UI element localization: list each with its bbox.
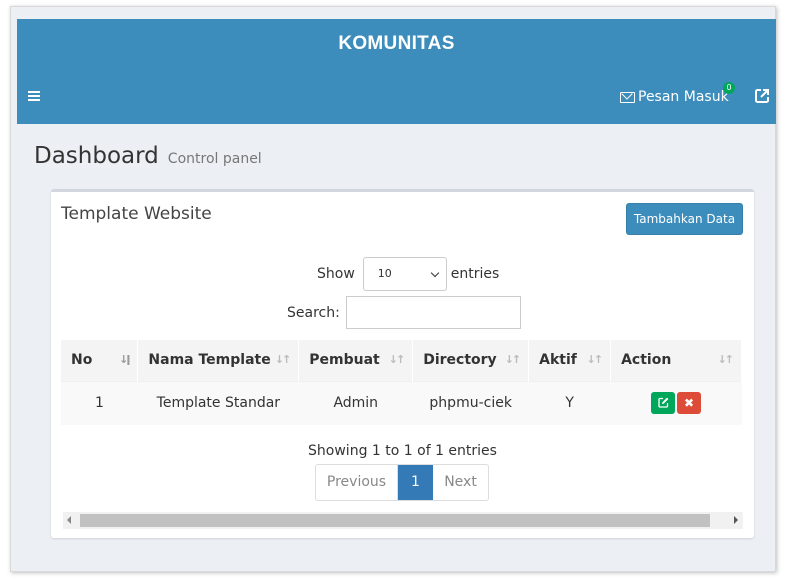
col-directory[interactable]: Directory ↓↑	[412, 340, 530, 381]
sort-icon: ↓↑	[388, 353, 406, 366]
page-heading: Dashboard	[34, 143, 159, 169]
cell-directory: phpmu-ciek	[412, 380, 529, 425]
pagination-page-1[interactable]: 1	[398, 465, 433, 500]
cell-aktif: Y	[528, 380, 611, 425]
search-input[interactable]	[345, 296, 521, 329]
cell-nama: Template Standar	[137, 380, 299, 425]
add-data-button[interactable]: Tambahkan Data	[626, 203, 743, 235]
logo-text[interactable]: KOMUNITAS	[338, 33, 454, 55]
scrollbar-thumb[interactable]	[80, 514, 710, 527]
pagination-next[interactable]: Next	[433, 465, 488, 500]
sort-icon: ↓↑	[586, 353, 604, 366]
sort-asc-icon: ↓ǀ	[119, 353, 130, 366]
cell-pembuat: Admin	[298, 380, 413, 425]
horizontal-scrollbar[interactable]	[63, 512, 743, 529]
page-title: Dashboard Control panel	[34, 143, 262, 169]
messages-link[interactable]: Pesan Masuk	[620, 87, 729, 107]
table-info: Showing 1 to 1 of 1 entries	[308, 443, 497, 459]
entries-select[interactable]: 10	[362, 257, 447, 291]
menu-toggle-icon[interactable]	[28, 91, 40, 101]
edit-icon[interactable]	[651, 392, 676, 415]
sort-icon: ↓↑	[717, 353, 735, 366]
logo-bar: KOMUNITAS	[17, 19, 776, 69]
col-pembuat[interactable]: Pembuat ↓↑	[298, 340, 414, 381]
sort-icon: ↓↑	[274, 353, 292, 366]
scroll-left-icon[interactable]	[67, 516, 71, 524]
col-aktif[interactable]: Aktif ↓↑	[528, 340, 612, 381]
template-box: Template Website Tambahkan Data Show 10 …	[51, 189, 754, 538]
cell-no: 1	[61, 380, 138, 425]
templates-table: No ↓ǀ Nama Template ↓↑ Pembuat ↓↑ Directory…	[61, 340, 742, 425]
box-title: Template Website	[61, 204, 212, 224]
entries-label: entries	[450, 266, 500, 282]
top-navbar: Pesan Masuk 0	[17, 69, 776, 124]
delete-icon[interactable]: ✖	[677, 392, 702, 415]
search-row: Search:	[287, 296, 521, 329]
scroll-right-icon[interactable]	[734, 516, 738, 524]
messages-label: Pesan Masuk	[638, 89, 729, 105]
col-nama-template[interactable]: Nama Template ↓↑	[137, 340, 300, 381]
col-no[interactable]: No ↓ǀ	[61, 340, 139, 381]
messages-count-badge: 0	[723, 82, 735, 94]
pagination: Previous 1 Next	[315, 464, 489, 501]
cell-action: ✖	[610, 380, 742, 425]
table-row: 1 Template Standar Admin phpmu-ciek Y ✖	[61, 380, 742, 425]
chevron-down-icon	[430, 268, 440, 278]
show-label: Show	[317, 266, 355, 282]
envelope-icon	[620, 91, 635, 103]
show-entries: Show 10 entries	[317, 257, 499, 291]
col-action[interactable]: Action ↓↑	[610, 340, 742, 381]
search-label: Search:	[287, 304, 340, 321]
page-subtitle: Control panel	[167, 151, 262, 167]
sort-icon: ↓↑	[504, 353, 522, 366]
table-header-row: No ↓ǀ Nama Template ↓↑ Pembuat ↓↑ Directory…	[61, 340, 742, 381]
entries-value: 10	[377, 267, 392, 280]
pagination-previous[interactable]: Previous	[316, 465, 398, 500]
external-link-icon[interactable]	[755, 89, 769, 103]
